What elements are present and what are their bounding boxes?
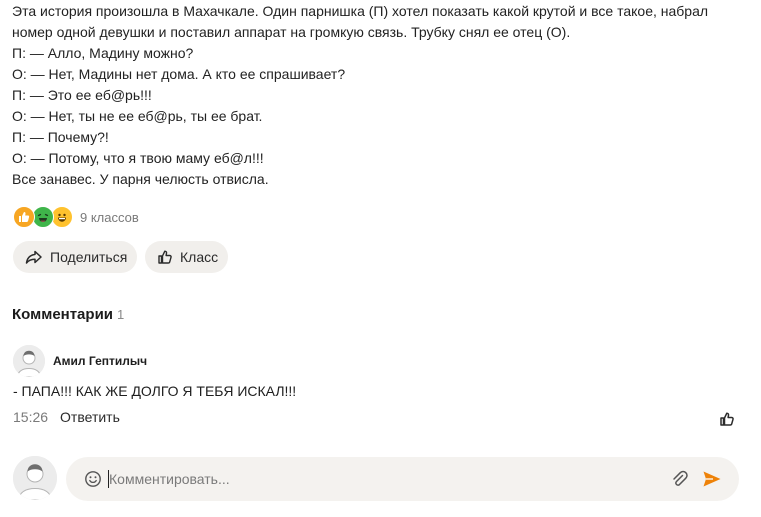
klass-button[interactable]: Класс	[145, 241, 228, 273]
reactions-summary[interactable]: 9 классов	[13, 205, 139, 229]
user-silhouette-icon	[13, 456, 57, 500]
avatar[interactable]	[13, 345, 45, 377]
post-text: Эта история произошла в Махачкале. Один …	[12, 1, 752, 190]
thumbs-up-icon	[720, 412, 734, 426]
paperclip-icon[interactable]	[669, 469, 689, 489]
send-icon[interactable]	[702, 470, 722, 488]
post-line: П: — Это ее еб@рь!!!	[12, 87, 152, 103]
post-line: Эта история произошла в Махачкале. Один …	[12, 3, 709, 19]
post-line: О: — Потому, что я твою маму еб@л!!!	[12, 150, 264, 166]
post-line: О: — Нет, ты не ее еб@рь, ты ее брат.	[12, 108, 263, 124]
thumbs-up-icon	[157, 249, 173, 265]
thumbs-up-emoji-icon	[13, 206, 35, 228]
comment-time: 15:26	[13, 409, 49, 425]
share-button[interactable]: Поделиться	[13, 241, 137, 273]
laughing-emoji-icon	[32, 206, 54, 228]
comment-author[interactable]: Амил Гептилыч	[53, 354, 147, 368]
post-line: П: — Алло, Мадину можно?	[12, 45, 194, 61]
klass-button-label: Класс	[180, 249, 219, 265]
comment-text: - ПАПА!!! КАК ЖЕ ДОЛГО Я ТЕБЯ ИСКАЛ!!!	[13, 383, 297, 399]
post-page: Эта история произошла в Махачкале. Один …	[0, 0, 761, 517]
comment-meta: 15:26 Ответить	[13, 409, 120, 425]
comment-composer	[66, 457, 739, 501]
smiley-icon[interactable]	[84, 470, 102, 488]
grinning-emoji-icon	[51, 206, 73, 228]
post-line: номер одной девушки и поставил аппарат н…	[12, 24, 571, 40]
user-silhouette-icon	[13, 345, 45, 377]
post-line: П: — Почему?!	[12, 129, 109, 145]
comment-input[interactable]	[109, 457, 649, 501]
comments-title: Комментарии	[12, 306, 114, 323]
current-user-avatar[interactable]	[13, 456, 57, 500]
post-line: О: — Нет, Мадины нет дома. А кто ее спра…	[12, 66, 346, 82]
comment-like-button[interactable]	[717, 409, 737, 429]
reply-link[interactable]: Ответить	[60, 409, 120, 425]
post-line: Все занавес. У парня челюсть отвисла.	[12, 171, 269, 187]
share-arrow-icon	[25, 249, 43, 265]
comments-count: 1	[117, 307, 125, 322]
reactions-count[interactable]: 9 классов	[80, 210, 139, 225]
comments-heading: Комментарии 1	[12, 306, 124, 323]
share-button-label: Поделиться	[50, 249, 128, 265]
